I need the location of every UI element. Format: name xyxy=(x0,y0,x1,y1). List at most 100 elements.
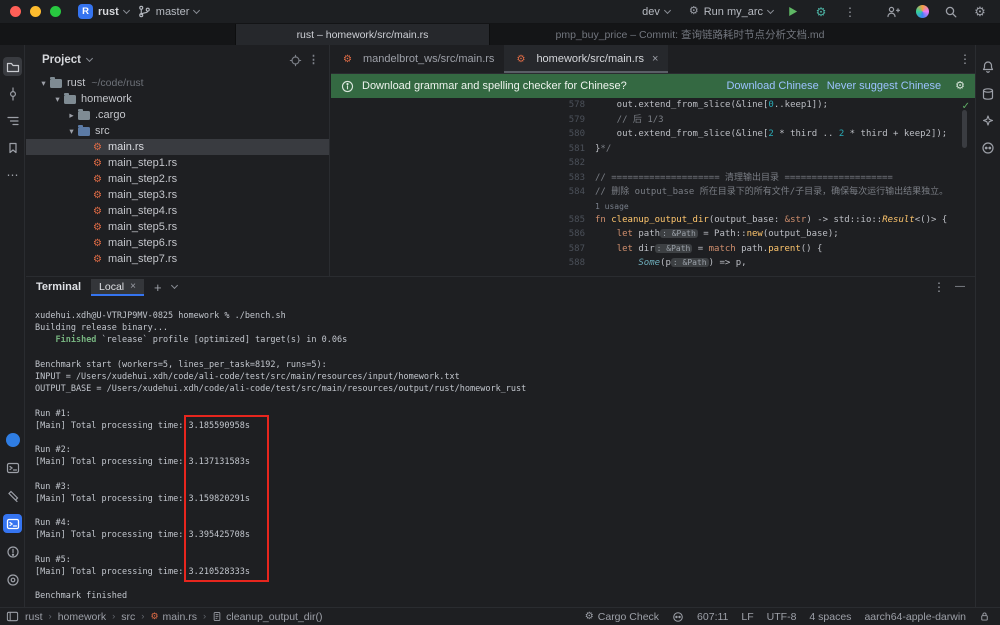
project-tool-icon[interactable] xyxy=(3,57,22,76)
minimize-window-button[interactable] xyxy=(30,6,41,17)
close-tab-icon[interactable]: × xyxy=(652,53,658,65)
terminal-line: [Main] Total processing time: 3.39542570… xyxy=(35,530,250,541)
tree-item-main-step6[interactable]: ⚙ main_step6.rs xyxy=(26,235,329,251)
panel-toggle-icon[interactable] xyxy=(6,610,19,623)
tree-item-main-step7[interactable]: ⚙ main_step7.rs xyxy=(26,251,329,267)
ai-assistant-button[interactable] xyxy=(912,2,932,22)
tree-item-homework[interactable]: ▾ homework xyxy=(26,91,329,107)
file-icon xyxy=(213,612,221,621)
terminal-header: Terminal Local × + ⋮ — xyxy=(26,276,975,297)
run-with-coverage-button[interactable]: ⚙ xyxy=(811,2,831,22)
code-line: 578 out.extend_from_slice(&line[0..keep1… xyxy=(568,100,828,110)
assistant-plugin-icon[interactable] xyxy=(3,430,22,449)
locate-file-icon[interactable] xyxy=(289,54,302,67)
more-tool-windows-icon[interactable]: ⋯ xyxy=(3,165,22,184)
never-suggest-chinese-link[interactable]: Never suggest Chinese xyxy=(827,80,941,92)
breadcrumb-src[interactable]: src xyxy=(121,611,135,623)
chevron-down-icon[interactable] xyxy=(170,281,178,290)
commit-tool-icon[interactable] xyxy=(3,84,22,103)
terminal-output[interactable]: xudehui.xdh@U-VTRJP9MV-0825 homework % .… xyxy=(26,297,975,607)
editor-tab-homework[interactable]: ⚙ homework/src/main.rs × xyxy=(504,45,669,73)
terminal-line: Run #4: xyxy=(35,518,71,529)
chevron-collapsed-icon[interactable]: ▸ xyxy=(66,110,77,121)
ide-window: { "colors": { "accent_blue": "#3574f0", … xyxy=(0,0,1000,625)
tree-item-main-rs[interactable]: ⚙ main.rs xyxy=(26,139,329,155)
code-line: 587 let dir: &Path = match path.parent()… xyxy=(568,243,823,254)
copilot-tool-icon[interactable] xyxy=(978,138,997,157)
line-separator-widget[interactable]: LF xyxy=(741,611,753,623)
tree-item-main-step2[interactable]: ⚙ main_step2.rs xyxy=(26,171,329,187)
breadcrumb-function[interactable]: cleanup_output_dir() xyxy=(212,611,322,623)
project-tree: ▾ rust ~/code/rust ▾ homework ▸ .cargo ▾ src … xyxy=(26,75,329,267)
type-hint-chip: : &Path xyxy=(654,243,693,253)
more-vertical-icon[interactable]: ⋮ xyxy=(308,54,319,66)
editor-scrollbar[interactable] xyxy=(962,110,967,148)
target-triple-widget[interactable]: aarch64-apple-darwin xyxy=(864,611,966,623)
tree-item-main-step4[interactable]: ⚙ main_step4.rs xyxy=(26,203,329,219)
folder-icon xyxy=(64,92,76,104)
terminal-line: Run #2: xyxy=(35,445,71,456)
tree-item-src[interactable]: ▾ src xyxy=(26,123,329,139)
chevron-down-icon xyxy=(122,6,130,14)
breadcrumb-main-rs[interactable]: ⚙ main.rs xyxy=(150,611,197,623)
run-configuration-widget[interactable]: ⚙ Run my_arc xyxy=(689,6,775,18)
services-tool-icon[interactable] xyxy=(3,570,22,589)
console-tool-icon[interactable] xyxy=(3,458,22,477)
close-window-button[interactable] xyxy=(10,6,21,17)
breadcrumb-homework[interactable]: homework xyxy=(58,611,106,623)
search-everywhere-button[interactable] xyxy=(941,2,961,22)
chevron-expanded-icon[interactable]: ▾ xyxy=(66,126,77,137)
tree-item-cargo[interactable]: ▸ .cargo xyxy=(26,107,329,123)
settings-button[interactable]: ⚙ xyxy=(970,2,990,22)
usage-hint[interactable]: 1 usage xyxy=(595,200,971,213)
new-terminal-button[interactable]: + xyxy=(154,280,162,295)
code-line: 584// 删除 output_base 所在目录下的所有文件/子目录，确保每次… xyxy=(568,187,949,197)
chevron-expanded-icon[interactable]: ▾ xyxy=(38,78,49,89)
tree-item-main-step1[interactable]: ⚙ main_step1.rs xyxy=(26,155,329,171)
project-widget[interactable]: R rust xyxy=(78,4,130,19)
indent-widget[interactable]: 4 spaces xyxy=(809,611,851,623)
notifications-tool-icon[interactable] xyxy=(978,57,997,76)
terminal-tool-icon[interactable] xyxy=(3,514,22,533)
zoom-window-button[interactable] xyxy=(50,6,61,17)
terminal-options-icon[interactable]: ⋮ xyxy=(933,281,945,293)
editor-tab-options-button[interactable]: ⋮ xyxy=(955,49,975,69)
hide-panel-icon[interactable]: — xyxy=(955,282,965,292)
copilot-status-widget[interactable] xyxy=(672,611,684,623)
banner-settings-icon[interactable]: ⚙ xyxy=(955,80,965,92)
editor-tab-mandelbrot[interactable]: ⚙ mandelbrot_ws/src/main.rs xyxy=(331,45,504,73)
banner-message: Download grammar and spelling checker fo… xyxy=(362,80,627,92)
problems-tool-icon[interactable] xyxy=(3,542,22,561)
readonly-lock-widget[interactable] xyxy=(979,611,990,622)
window-tab-inactive[interactable]: pmp_buy_price – Commit: 查询链路耗时节点分析文档.md xyxy=(500,24,880,45)
rust-file-icon: ⚙ xyxy=(93,205,102,217)
cargo-check-widget[interactable]: ⚙ Cargo Check xyxy=(585,611,659,623)
type-hint-chip: : &Path xyxy=(660,229,698,238)
caret-position-widget[interactable]: 607:11 xyxy=(697,611,728,623)
more-run-actions-button[interactable]: ⋮ xyxy=(840,2,860,22)
ai-chat-tool-icon[interactable] xyxy=(978,111,997,130)
breadcrumb-rust[interactable]: rust xyxy=(25,611,43,623)
window-tab-active[interactable]: rust – homework/src/main.rs xyxy=(235,24,490,45)
bookmarks-tool-icon[interactable] xyxy=(3,138,22,157)
vcs-branch-widget[interactable]: master xyxy=(138,5,201,18)
tree-item-main-step5[interactable]: ⚙ main_step5.rs xyxy=(26,219,329,235)
breadcrumb-separator: › xyxy=(202,611,207,622)
code-editor[interactable]: 578 out.extend_from_slice(&line[0..keep1… xyxy=(331,98,971,276)
database-tool-icon[interactable] xyxy=(978,84,997,103)
env-widget[interactable]: dev xyxy=(642,6,671,18)
project-avatar: R xyxy=(78,4,93,19)
close-tab-icon[interactable]: × xyxy=(130,281,136,292)
structure-tool-icon[interactable] xyxy=(3,111,22,130)
download-chinese-link[interactable]: Download Chinese xyxy=(726,80,818,92)
chevron-expanded-icon[interactable]: ▾ xyxy=(52,94,63,105)
build-tool-icon[interactable] xyxy=(3,486,22,505)
run-button[interactable] xyxy=(782,2,802,22)
encoding-widget[interactable]: UTF-8 xyxy=(767,611,797,623)
tree-item-root[interactable]: ▾ rust ~/code/rust xyxy=(26,75,329,91)
chevron-down-icon[interactable] xyxy=(85,54,94,63)
tree-item-main-step3[interactable]: ⚙ main_step3.rs xyxy=(26,187,329,203)
terminal-tab-local[interactable]: Local × xyxy=(91,278,144,296)
code-with-me-button[interactable] xyxy=(883,2,903,22)
chevron-down-icon xyxy=(663,6,671,14)
